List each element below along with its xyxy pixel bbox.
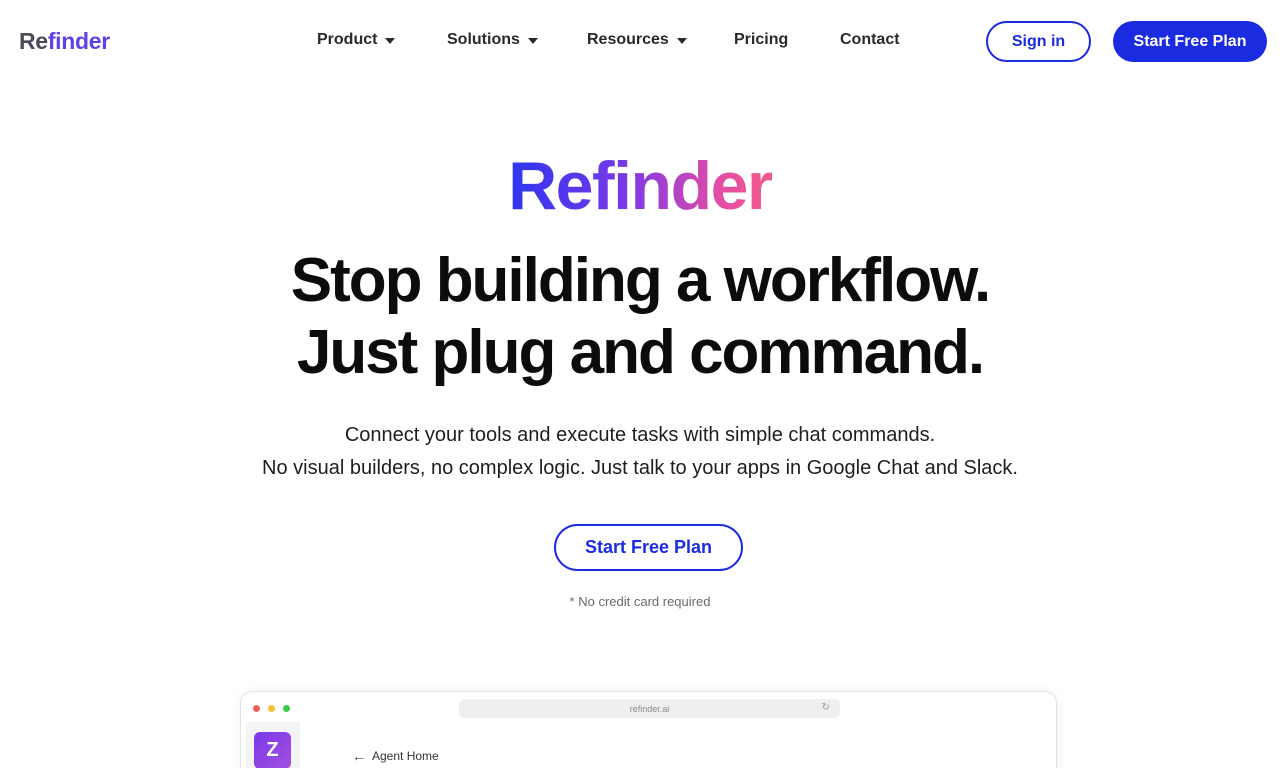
caret-down-icon [385, 37, 396, 44]
nav-item-label: Contact [840, 31, 900, 48]
nav-item-product[interactable]: Product [317, 31, 396, 49]
minimize-dot-icon [268, 705, 275, 712]
agent-home-back-link: ← Agent Home [352, 748, 439, 764]
nav-item-label: Resources [587, 31, 669, 48]
nav-item-label: Solutions [447, 31, 520, 48]
arrow-left-icon: ← [352, 748, 366, 764]
no-credit-card-note: * No credit card required [569, 594, 711, 609]
hero-subtitle-line-1: Connect your tools and execute tasks wit… [344, 424, 936, 446]
nav-item-solutions[interactable]: Solutions [447, 31, 538, 49]
hero-brand-text: Refinder [508, 148, 773, 224]
nav-item-contact[interactable]: Contact [840, 31, 900, 49]
reload-icon: ↻ [821, 702, 830, 713]
preview-url-bar: refinder.ai ↻ [459, 699, 840, 718]
hero-headline-line-2: Just plug and command. [296, 318, 985, 387]
refinder-logo[interactable]: Refinder [19, 28, 110, 55]
logo-suffix: finder [47, 28, 110, 54]
agent-home-label: Agent Home [372, 749, 439, 763]
hero-headline-line-1: Stop building a workflow. [290, 246, 992, 315]
caret-down-icon [676, 37, 687, 44]
nav-item-label: Pricing [734, 31, 789, 48]
hero-brand-title: Refinder [0, 146, 1280, 226]
hero-subtitle-line-2: No visual builders, no complex logic. Ju… [262, 457, 1018, 479]
logo-prefix: Re [19, 28, 48, 54]
sign-in-button[interactable]: Sign in [986, 21, 1091, 62]
maximize-dot-icon [283, 705, 290, 712]
preview-sidebar: Z [246, 722, 300, 768]
start-free-plan-button-header[interactable]: Start Free Plan [1113, 21, 1267, 62]
nav-item-label: Product [317, 31, 378, 48]
start-free-plan-button-hero[interactable]: Start Free Plan [554, 524, 743, 571]
caret-down-icon [527, 37, 538, 44]
workspace-avatar: Z [254, 732, 291, 768]
app-preview-window: refinder.ai ↻ Z ← Agent Home [240, 691, 1057, 768]
close-dot-icon [253, 705, 260, 712]
nav-item-resources[interactable]: Resources [587, 31, 687, 49]
nav-item-pricing[interactable]: Pricing [734, 31, 788, 49]
top-navigation: Refinder Product Solutions Resources Pri… [0, 0, 1280, 84]
preview-url-text: refinder.ai [629, 703, 670, 714]
